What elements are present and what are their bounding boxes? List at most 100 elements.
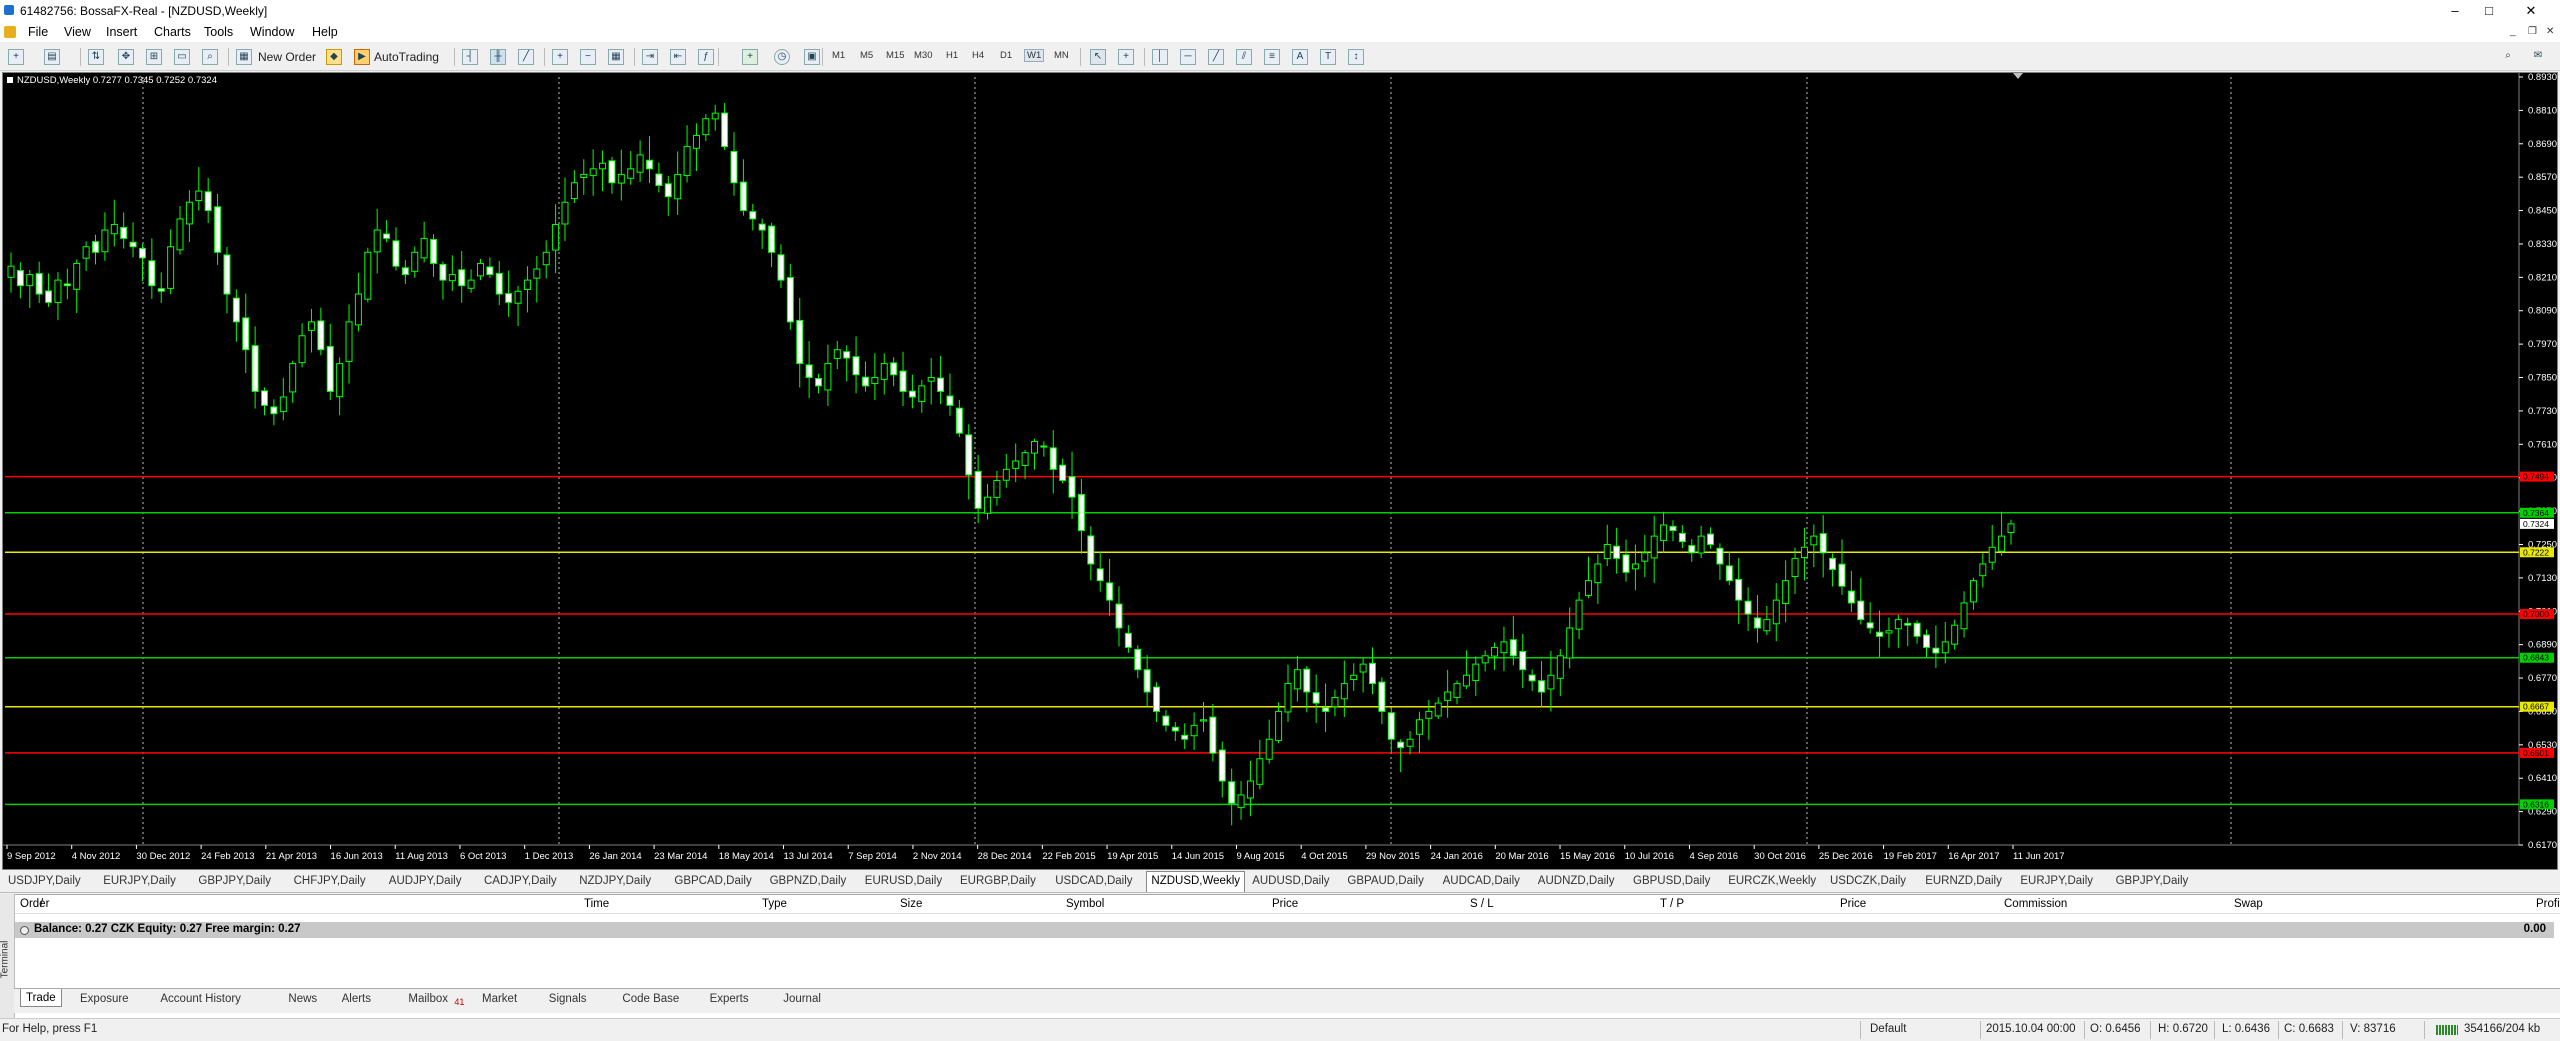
candle-body[interactable]	[1772, 599, 1780, 625]
candle-body[interactable]	[1387, 712, 1395, 740]
close-button[interactable]: ✕	[2516, 2, 2546, 20]
candle-body[interactable]	[45, 290, 53, 303]
timeframe-w1[interactable]: W1	[1024, 49, 1045, 62]
chart-tab[interactable]: GBPJPY,Daily	[194, 873, 275, 890]
chart-tab[interactable]: CHFJPY,Daily	[290, 873, 370, 890]
candle-body[interactable]	[1209, 716, 1217, 754]
candle-body[interactable]	[1969, 580, 1977, 603]
candle-body[interactable]	[1199, 719, 1207, 722]
periods-icon[interactable]: ◷	[774, 49, 790, 65]
candle-body[interactable]	[242, 317, 250, 351]
candle-body[interactable]	[1491, 646, 1499, 657]
candle-body[interactable]	[1162, 715, 1170, 726]
balance-row[interactable]: Balance: 0.27 CZK Equity: 0.27 Free marg…	[14, 922, 2554, 938]
templates-icon[interactable]: ▣	[804, 49, 820, 65]
candle-body[interactable]	[1293, 669, 1301, 690]
candle-body[interactable]	[1819, 533, 1827, 554]
terminal-side-label[interactable]: Terminal	[0, 894, 15, 1018]
fibonacci-icon[interactable]: ≡	[1264, 49, 1280, 65]
candle-body[interactable]	[1228, 781, 1236, 804]
chart-tab[interactable]: EURUSD,Daily	[861, 873, 946, 890]
candle-body[interactable]	[1922, 634, 1930, 648]
maximize-button[interactable]: □	[2474, 2, 2504, 20]
candle-body[interactable]	[1040, 445, 1048, 448]
candle-body[interactable]	[289, 363, 297, 393]
timeframe-m1[interactable]: M1	[832, 50, 845, 61]
candle-body[interactable]	[392, 240, 400, 267]
candle-body[interactable]	[1134, 648, 1142, 671]
menu-window[interactable]: Window	[250, 25, 294, 39]
candle-body[interactable]	[1753, 617, 1761, 629]
timeframe-mn[interactable]: MN	[1054, 50, 1069, 61]
candle-body[interactable]	[120, 226, 128, 239]
chart-tab[interactable]: GBPUSD,Daily	[1629, 873, 1714, 890]
candle-body[interactable]	[486, 266, 494, 276]
candle-body[interactable]	[1932, 647, 1940, 654]
candle-body[interactable]	[336, 363, 344, 398]
candle-body[interactable]	[345, 321, 353, 362]
candle-body[interactable]	[711, 112, 719, 120]
candle-body[interactable]	[1744, 600, 1752, 615]
candle-body[interactable]	[1378, 681, 1386, 712]
candle-body[interactable]	[1124, 632, 1132, 648]
candle-body[interactable]	[1012, 460, 1020, 469]
candle-body[interactable]	[298, 335, 306, 364]
candle-body[interactable]	[1538, 680, 1546, 693]
chart-tab[interactable]: EURJPY,Daily	[99, 873, 180, 890]
candle-body[interactable]	[786, 277, 794, 323]
mdi-minimize-button[interactable]: _	[2510, 26, 2516, 37]
candle-body[interactable]	[1575, 599, 1583, 630]
candle-body[interactable]	[1350, 674, 1358, 681]
timeframe-m5[interactable]: M5	[860, 50, 873, 61]
candle-body[interactable]	[1077, 493, 1085, 532]
candle-body[interactable]	[993, 479, 1001, 498]
candle-body[interactable]	[1369, 662, 1377, 685]
menu-insert[interactable]: Insert	[106, 25, 137, 39]
candle-body[interactable]	[1406, 738, 1414, 747]
column-header[interactable]: Symbol	[1066, 898, 1104, 910]
column-header[interactable]: T / P	[1660, 898, 1684, 910]
candle-body[interactable]	[1106, 582, 1114, 601]
chart-tab[interactable]: EURGBP,Daily	[956, 873, 1040, 890]
candle-body[interactable]	[815, 378, 823, 387]
column-header[interactable]: Commission	[2004, 898, 2067, 910]
candle-body[interactable]	[1434, 702, 1442, 717]
candle-body[interactable]	[739, 181, 747, 212]
candle-body[interactable]	[129, 241, 137, 248]
candle-body[interactable]	[1725, 565, 1733, 582]
candle-body[interactable]	[1218, 749, 1226, 782]
candle-body[interactable]	[1453, 683, 1461, 698]
candle-body[interactable]	[1397, 741, 1405, 749]
candle-body[interactable]	[270, 406, 278, 415]
candle-body[interactable]	[843, 351, 851, 359]
terminal-tab[interactable]: Alerts	[342, 993, 371, 1005]
chart-tab[interactable]: USDCAD,Daily	[1051, 873, 1136, 890]
terminal-tab[interactable]: Exposure	[80, 993, 129, 1005]
candle-body[interactable]	[223, 254, 231, 295]
candle-body[interactable]	[1622, 554, 1630, 573]
new-order-button[interactable]: New Order	[258, 48, 316, 66]
chart-shift-marker[interactable]	[2013, 73, 2023, 79]
candle-body[interactable]	[167, 246, 175, 289]
mdi-close-button[interactable]: ✕	[2546, 26, 2554, 37]
terminal-tab[interactable]: Account History	[160, 993, 241, 1005]
candle-body[interactable]	[880, 363, 888, 380]
candle-body[interactable]	[1697, 535, 1705, 554]
candle-body[interactable]	[645, 159, 653, 170]
candle-body[interactable]	[1153, 686, 1161, 712]
candle-body[interactable]	[833, 349, 841, 359]
candle-body[interactable]	[467, 279, 475, 289]
candle-body[interactable]	[35, 273, 43, 295]
terminal-tab[interactable]: News	[288, 993, 317, 1005]
chart-tab[interactable]: AUDNZD,Daily	[1534, 873, 1619, 890]
candle-body[interactable]	[1584, 580, 1592, 596]
arrows-icon[interactable]: ↕	[1348, 49, 1364, 65]
chart-tab[interactable]: EURCZK,Weekly	[1724, 873, 1820, 890]
candle-body[interactable]	[542, 251, 550, 266]
zoom-out-icon[interactable]: −	[580, 49, 596, 65]
candle-body[interactable]	[495, 272, 503, 295]
connection-icon[interactable]	[2436, 1025, 2458, 1035]
candle-body[interactable]	[974, 470, 982, 509]
new-chart-icon[interactable]: +	[8, 49, 24, 65]
candle-body[interactable]	[692, 134, 700, 149]
